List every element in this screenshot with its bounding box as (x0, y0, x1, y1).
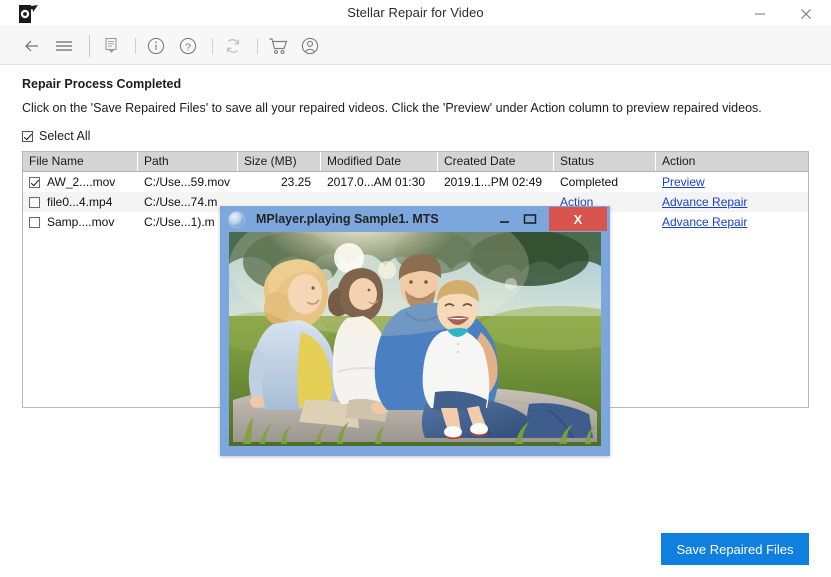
toolbar-divider (257, 38, 258, 54)
window-close-button[interactable] (783, 0, 829, 27)
mplayer-window-controls: X (491, 206, 610, 232)
cell-file-name: Samp....mov (23, 213, 138, 232)
column-header-action[interactable]: Action (656, 152, 808, 171)
user-account-icon[interactable] (296, 32, 324, 60)
window-title: Stellar Repair for Video (0, 5, 831, 20)
video-still-image (229, 232, 601, 446)
cell-action: Advance Repair (656, 193, 808, 212)
hamburger-menu-icon[interactable] (50, 32, 78, 60)
row-checkbox[interactable] (29, 217, 40, 228)
page-description: Click on the 'Save Repaired Files' to sa… (22, 99, 782, 118)
preview-link[interactable]: Preview (662, 175, 705, 189)
cell-status: Completed (554, 173, 656, 192)
mplayer-logo-icon (228, 211, 245, 228)
cell-file-name: file0...4.mp4 (23, 193, 138, 212)
log-report-icon[interactable] (97, 32, 125, 60)
toolbar-divider (89, 35, 90, 57)
select-all-checkbox[interactable] (22, 131, 33, 142)
mplayer-title-text: MPlayer.playing Sample1. MTS (256, 212, 439, 226)
column-header-size[interactable]: Size (MB) (238, 152, 321, 171)
toolbar-divider (212, 38, 213, 54)
column-header-created-date[interactable]: Created Date (438, 152, 554, 171)
row-checkbox[interactable] (29, 177, 40, 188)
select-all-row[interactable]: Select All (22, 129, 809, 143)
column-header-file-name[interactable]: File Name (23, 152, 138, 171)
file-name-text: Samp....mov (47, 213, 114, 232)
advance-repair-link[interactable]: Advance Repair (662, 215, 747, 229)
file-name-text: file0...4.mp4 (47, 193, 112, 212)
mplayer-close-button[interactable]: X (549, 207, 607, 231)
cell-action: Advance Repair (656, 213, 808, 232)
file-name-text: AW_2....mov (47, 173, 115, 192)
table-header-row: File Name Path Size (MB) Modified Date C… (23, 152, 808, 172)
cell-modified-date: 2017.0...AM 01:30 (321, 173, 438, 192)
help-icon[interactable]: ? (174, 32, 202, 60)
cell-size: 23.25 (238, 173, 321, 192)
main-toolbar: ? (0, 27, 831, 65)
page-title: Repair Process Completed (22, 77, 809, 91)
mplayer-minimize-button[interactable] (491, 206, 517, 232)
cell-created-date: 2019.1...PM 02:49 (438, 173, 554, 192)
window-titlebar: Stellar Repair for Video (0, 0, 831, 27)
cell-action: Preview (656, 173, 808, 192)
column-header-path[interactable]: Path (138, 152, 238, 171)
advance-repair-link[interactable]: Advance Repair (662, 195, 747, 209)
column-header-status[interactable]: Status (554, 152, 656, 171)
cell-path: C:/Use...59.mov (138, 173, 238, 192)
shopping-cart-icon[interactable] (264, 32, 292, 60)
mplayer-dialog[interactable]: MPlayer.playing Sample1. MTS X (220, 206, 610, 456)
info-icon[interactable] (142, 32, 170, 60)
table-row[interactable]: AW_2....mov C:/Use...59.mov 23.25 2017.0… (23, 172, 808, 192)
toolbar-divider (135, 38, 136, 54)
mplayer-video-frame[interactable] (229, 232, 601, 446)
column-header-modified-date[interactable]: Modified Date (321, 152, 438, 171)
mplayer-titlebar: MPlayer.playing Sample1. MTS X (220, 206, 610, 232)
window-minimize-button[interactable] (737, 0, 783, 27)
back-arrow-icon[interactable] (18, 32, 46, 60)
update-refresh-icon[interactable] (219, 32, 247, 60)
svg-text:?: ? (185, 41, 191, 53)
mplayer-maximize-button[interactable] (517, 206, 543, 232)
select-all-label: Select All (39, 129, 90, 143)
cell-file-name: AW_2....mov (23, 173, 138, 192)
row-checkbox[interactable] (29, 197, 40, 208)
application-window: Stellar Repair for Video (0, 0, 831, 577)
save-repaired-files-button[interactable]: Save Repaired Files (661, 533, 809, 565)
